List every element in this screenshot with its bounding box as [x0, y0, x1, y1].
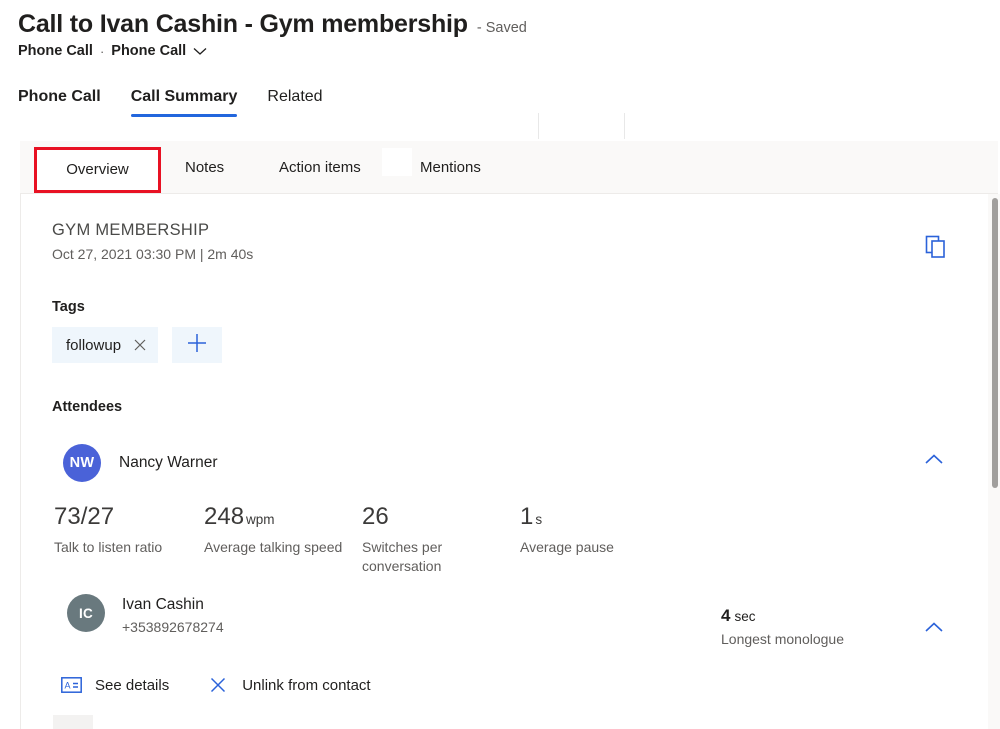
- metric-unit: s: [535, 512, 542, 527]
- close-x-icon: [207, 676, 229, 694]
- metric-label: Switches per conversation: [362, 538, 520, 576]
- chevron-up-icon[interactable]: [917, 442, 951, 476]
- attendee-actions: A See details Unlink from contact: [60, 676, 409, 694]
- metric-value: 1: [520, 503, 533, 530]
- subheader-separator: ·: [100, 44, 104, 59]
- form-selector-label[interactable]: Phone Call: [111, 43, 186, 59]
- avatar: IC: [67, 594, 105, 632]
- tag-chip-label: followup: [66, 337, 121, 354]
- metric-label: Average talking speed: [204, 538, 362, 557]
- metric-unit: wpm: [246, 512, 275, 527]
- metric-unit: sec: [734, 609, 755, 624]
- close-icon[interactable]: [133, 338, 147, 352]
- attendee-row-nancy-warner: NW Nancy Warner: [63, 444, 217, 482]
- tab-notes[interactable]: Notes: [185, 158, 224, 178]
- metric-label: Average pause: [520, 538, 670, 557]
- entity-type-label: Phone Call: [18, 43, 93, 59]
- metric-talk-to-listen-ratio: 73/27 Talk to listen ratio: [54, 502, 204, 576]
- metric-average-talking-speed: 248wpm Average talking speed: [204, 502, 362, 576]
- record-title-row: Call to Ivan Cashin - Gym membership - S…: [18, 8, 978, 40]
- metric-value: 248: [204, 503, 244, 530]
- attendee-name: Ivan Cashin: [122, 594, 224, 615]
- chevron-down-icon[interactable]: [193, 47, 207, 56]
- attendee-row-ivan-cashin: IC Ivan Cashin +353892678274: [67, 594, 224, 637]
- unlink-label: Unlink from contact: [242, 677, 370, 694]
- metric-value-row: 73/27: [54, 502, 204, 532]
- add-tag-button[interactable]: [172, 327, 222, 363]
- attendee-info: Ivan Cashin +353892678274: [122, 594, 224, 637]
- metric-value: 26: [362, 503, 389, 530]
- plus-icon: [186, 332, 208, 359]
- metric-longest-monologue: 4 sec Longest monologue: [721, 605, 844, 647]
- tab-related[interactable]: Related: [267, 86, 322, 117]
- attendee-phone: +353892678274: [122, 617, 224, 637]
- metric-value-row: 26: [362, 502, 520, 532]
- svg-text:A: A: [64, 681, 70, 691]
- record-subheader: Phone Call · Phone Call: [18, 43, 978, 59]
- avatar: NW: [63, 444, 101, 482]
- header-divider-left: [538, 113, 539, 139]
- metric-average-pause: 1s Average pause: [520, 502, 670, 576]
- metric-switches-per-conversation: 26 Switches per conversation: [362, 502, 520, 576]
- attendees-label: Attendees: [52, 399, 122, 415]
- header-divider-right: [624, 113, 625, 139]
- main-tab-list: Phone Call Call Summary Related: [18, 86, 353, 117]
- tab-action-items-label: Action items: [279, 159, 361, 176]
- record-header: Call to Ivan Cashin - Gym membership - S…: [18, 8, 978, 59]
- tab-call-summary[interactable]: Call Summary: [131, 86, 238, 117]
- metric-label: Talk to listen ratio: [54, 538, 204, 557]
- mentions-tab-spacer: [382, 148, 412, 176]
- tab-overview-label: Overview: [66, 160, 129, 180]
- tab-phone-call-label: Phone Call: [18, 88, 101, 105]
- tab-call-summary-label: Call Summary: [131, 88, 238, 105]
- tag-chip-followup[interactable]: followup: [52, 327, 158, 363]
- panel-footer-spacer: [53, 715, 93, 729]
- call-meta: Oct 27, 2021 03:30 PM | 2m 40s: [52, 246, 253, 262]
- see-details-button[interactable]: A See details: [60, 677, 169, 694]
- see-details-label: See details: [95, 677, 169, 694]
- metric-value-row: 4 sec: [721, 605, 844, 627]
- attendee-metrics: 73/27 Talk to listen ratio 248wpm Averag…: [54, 502, 754, 576]
- tab-action-items[interactable]: Action items: [279, 158, 361, 178]
- tab-related-label: Related: [267, 88, 322, 105]
- attendee-name: Nancy Warner: [119, 454, 217, 472]
- tab-mentions[interactable]: Mentions: [420, 158, 481, 178]
- metric-value: 4: [721, 606, 730, 625]
- scrollbar-thumb[interactable]: [992, 198, 998, 488]
- metric-label: Longest monologue: [721, 631, 844, 647]
- chevron-up-icon[interactable]: [917, 610, 951, 644]
- avatar-initials: IC: [79, 606, 93, 621]
- sub-tab-bar: Overview Notes Action items Mentions: [20, 141, 998, 194]
- metric-value: 73/27: [54, 503, 114, 530]
- contact-card-icon: A: [60, 677, 82, 693]
- avatar-initials: NW: [70, 455, 95, 471]
- tab-mentions-label: Mentions: [420, 159, 481, 176]
- app-root: Call to Ivan Cashin - Gym membership - S…: [0, 0, 1000, 729]
- metric-value-row: 1s: [520, 502, 670, 532]
- tab-phone-call[interactable]: Phone Call: [18, 86, 101, 117]
- call-subject: GYM MEMBERSHIP: [52, 221, 209, 240]
- tab-notes-label: Notes: [185, 159, 224, 176]
- metric-value-row: 248wpm: [204, 502, 362, 532]
- page-title: Call to Ivan Cashin - Gym membership: [18, 8, 468, 40]
- unlink-from-contact-button[interactable]: Unlink from contact: [207, 676, 370, 694]
- tags-label: Tags: [52, 299, 85, 315]
- tags-row: followup: [52, 327, 222, 363]
- save-status: - Saved: [477, 18, 527, 38]
- copy-icon[interactable]: [919, 232, 953, 262]
- tab-overview[interactable]: Overview: [34, 147, 161, 193]
- call-summary-panel: GYM MEMBERSHIP Oct 27, 2021 03:30 PM | 2…: [20, 194, 992, 729]
